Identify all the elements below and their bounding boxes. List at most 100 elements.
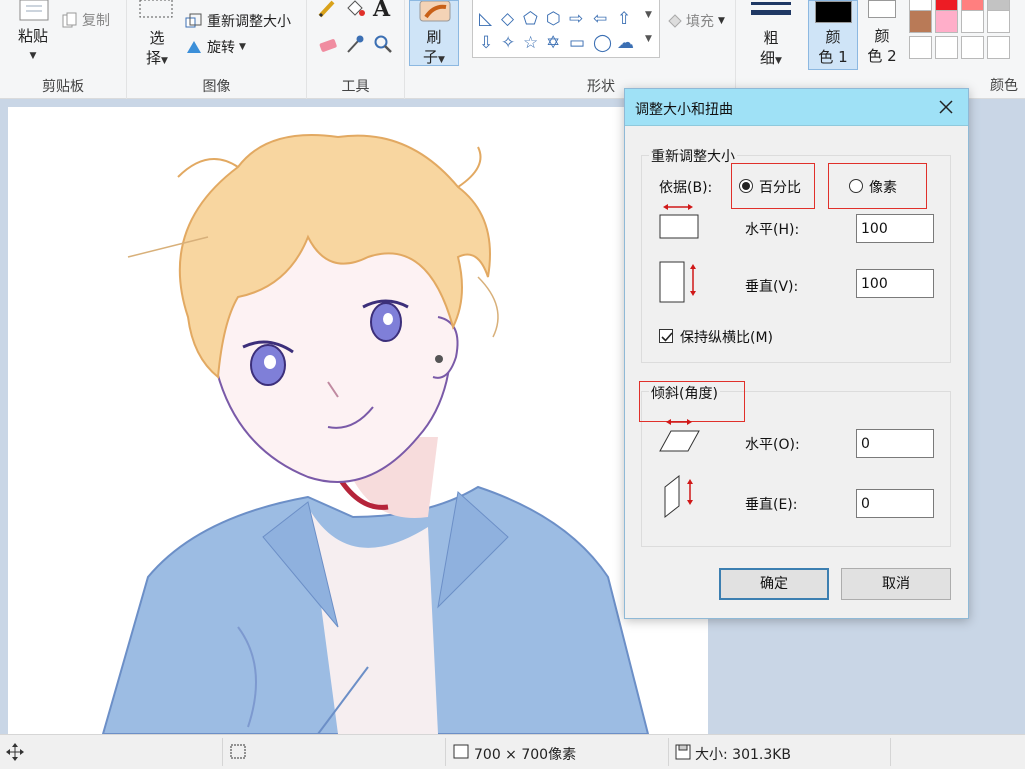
callout-rect-shape-icon[interactable]: ▭: [569, 34, 585, 52]
color2-swatch: [868, 0, 896, 18]
rotate-label: 旋转: [207, 40, 235, 56]
shapes-expand-icon[interactable]: ▼: [645, 34, 652, 44]
five-point-star-shape-icon[interactable]: ☆: [523, 34, 538, 52]
down-arrow-shape-icon[interactable]: ⇩: [479, 34, 493, 52]
shapes-scroll-down-icon[interactable]: ▼: [645, 10, 652, 20]
status-separator: [890, 738, 891, 766]
status-separator: [222, 738, 223, 766]
image-group: 选 择▼ 重新调整大小 旋转 ▼ 图像: [127, 0, 307, 99]
select-button[interactable]: 选 择▼: [139, 28, 175, 71]
text-tool-icon[interactable]: A: [373, 0, 390, 22]
checkmark-icon: [661, 332, 673, 342]
fill-button[interactable]: 填充 ▼: [666, 11, 725, 31]
copy-icon: [62, 12, 77, 28]
shapes-gallery[interactable]: ◺ ◇ ⬠ ⬡ ⇨ ⇦ ⇧ ⇩ ✧ ☆ ✡ ▭ ◯ ☁ ▼ ▼: [472, 0, 660, 58]
vertical-resize-icon: [659, 261, 696, 303]
status-bar: 700 × 700像素 大小: 301.3KB: [0, 734, 1025, 769]
chevron-down-icon: ▼: [161, 56, 168, 66]
right-arrow-shape-icon[interactable]: ⇨: [569, 10, 583, 28]
paste-icon: [19, 0, 49, 21]
paste-label: 粘贴: [17, 27, 48, 45]
fill-bucket-icon[interactable]: [344, 0, 366, 18]
brush-label-2: 子: [423, 48, 439, 66]
skew-vertical-label: 垂直(E):: [745, 497, 798, 513]
left-arrow-shape-icon[interactable]: ⇦: [593, 10, 607, 28]
keep-ratio-label[interactable]: 保持纵横比(M): [680, 327, 773, 347]
four-point-star-shape-icon[interactable]: ✧: [501, 34, 515, 52]
skew-horizontal-label: 水平(O):: [745, 437, 800, 453]
ok-button[interactable]: 确定: [719, 568, 829, 600]
cloud-shape-icon[interactable]: ☁: [617, 34, 634, 52]
resize-button[interactable]: 重新调整大小: [185, 11, 291, 31]
percent-radio[interactable]: [739, 179, 753, 193]
copy-button[interactable]: 复制: [62, 10, 110, 30]
up-arrow-shape-icon[interactable]: ⇧: [617, 10, 631, 28]
select-icon: [139, 0, 173, 18]
magnifier-icon[interactable]: [373, 34, 393, 54]
move-cursor-icon: [6, 743, 24, 761]
tools-group-label: 工具: [341, 79, 370, 95]
palette-swatch[interactable]: [961, 10, 984, 33]
resize-legend: 重新调整大小: [649, 146, 737, 166]
callout-oval-shape-icon[interactable]: ◯: [593, 34, 612, 52]
triangle-shape-icon[interactable]: ◺: [479, 10, 492, 28]
resize-horizontal-input[interactable]: [856, 214, 934, 243]
color2-label-2: 色 2: [867, 47, 897, 65]
select-label-2: 择: [146, 49, 162, 67]
anime-boy-illustration: [101, 134, 650, 734]
palette-swatch[interactable]: [961, 36, 984, 59]
palette-swatch[interactable]: [935, 10, 958, 33]
hexagon-shape-icon[interactable]: ⬡: [546, 10, 561, 28]
pencil-icon[interactable]: [317, 0, 337, 18]
tools-group: A 工具: [307, 0, 405, 99]
percent-label[interactable]: 百分比: [759, 177, 801, 197]
skew-vertical-input[interactable]: [856, 489, 934, 518]
resize-vertical-input[interactable]: [856, 269, 934, 298]
palette-swatch[interactable]: [935, 36, 958, 59]
palette-swatch[interactable]: [909, 36, 932, 59]
brush-icon: [419, 1, 451, 22]
palette-swatch[interactable]: [909, 10, 932, 33]
paste-button[interactable]: 粘贴 ▼: [12, 26, 54, 66]
color1-swatch: [815, 1, 852, 23]
resize-horizontal-label: 水平(H):: [745, 222, 800, 238]
resize-skew-dialog: 调整大小和扭曲 重新调整大小 依据(B): 百分比 像素 水平(H): 垂直(V…: [624, 88, 969, 619]
size-label-2: 细: [760, 49, 776, 67]
color-picker-icon[interactable]: [345, 34, 365, 54]
dialog-title-bar[interactable]: 调整大小和扭曲: [625, 89, 968, 126]
drawing-canvas[interactable]: [8, 107, 708, 734]
cancel-button[interactable]: 取消: [841, 568, 951, 600]
skew-horizontal-input[interactable]: [856, 429, 934, 458]
brush-label: 刷: [426, 28, 442, 46]
palette-swatch[interactable]: [987, 10, 1010, 33]
file-size-text: 大小: 301.3KB: [695, 747, 792, 763]
resize-icon: [185, 13, 202, 28]
pixels-label[interactable]: 像素: [869, 177, 897, 197]
eraser-icon[interactable]: [317, 36, 339, 54]
keep-ratio-checkbox[interactable]: [659, 329, 673, 343]
rotate-button[interactable]: 旋转 ▼: [185, 37, 246, 57]
line-width-icon: [751, 2, 791, 15]
ribbon: 粘贴 ▼ 复制 剪贴板 选 择▼ 重新调整大小 旋转 ▼ 图像 A 工具 刷 子…: [0, 0, 1025, 99]
image-size-icon: [453, 744, 469, 759]
fill-icon: [668, 14, 682, 28]
size-button[interactable]: 粗 细▼: [746, 0, 796, 67]
diamond-shape-icon[interactable]: ◇: [501, 10, 514, 28]
pentagon-shape-icon[interactable]: ⬠: [523, 10, 538, 28]
skew-legend: 倾斜(角度): [649, 383, 720, 403]
image-dimensions-text: 700 × 700像素: [474, 747, 577, 763]
chevron-down-icon: ▼: [239, 42, 246, 52]
size-label: 粗: [763, 29, 779, 47]
pixels-radio[interactable]: [849, 179, 863, 193]
select-label: 选: [149, 29, 165, 47]
color2-button[interactable]: 颜 色 2: [859, 0, 905, 70]
palette-swatch[interactable]: [987, 36, 1010, 59]
six-point-star-shape-icon[interactable]: ✡: [546, 34, 560, 52]
close-icon[interactable]: [934, 95, 958, 119]
color1-button[interactable]: 颜 色 1: [808, 0, 858, 70]
color2-label: 颜: [874, 27, 890, 45]
chevron-down-icon: ▼: [718, 16, 725, 26]
chevron-down-icon: ▼: [438, 55, 445, 65]
status-separator: [445, 738, 446, 766]
brush-button[interactable]: 刷 子▼: [409, 0, 459, 66]
